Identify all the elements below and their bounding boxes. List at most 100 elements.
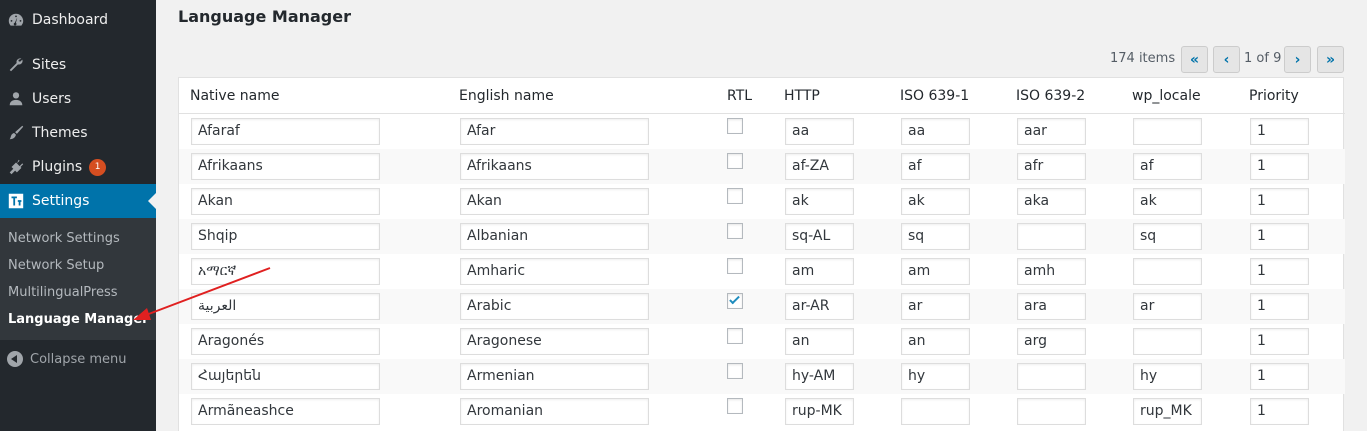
menu-settings[interactable]: Settings [0, 184, 156, 218]
table-row: Հայերեն Armenian hy-AM hy hy 1 [179, 359, 1345, 394]
http-field[interactable]: an [785, 328, 854, 355]
iso2-field[interactable]: ara [1017, 293, 1086, 320]
locale-field[interactable] [1133, 258, 1202, 285]
english-field[interactable]: Afar [460, 118, 649, 145]
submenu-language-manager[interactable]: Language Manager [8, 312, 149, 327]
submenu-network-setup[interactable]: Network Setup [8, 258, 104, 273]
next-page-button[interactable]: › [1284, 46, 1311, 73]
http-field[interactable]: af-ZA [785, 153, 854, 180]
english-field[interactable]: Albanian [460, 223, 649, 250]
iso1-field[interactable]: aa [901, 118, 970, 145]
priority-field[interactable]: 1 [1250, 293, 1309, 320]
iso2-field[interactable]: afr [1017, 153, 1086, 180]
menu-label: Themes [32, 125, 88, 141]
iso2-field[interactable] [1017, 363, 1086, 390]
priority-field[interactable]: 1 [1250, 223, 1309, 250]
http-field[interactable]: am [785, 258, 854, 285]
native-field[interactable]: Akan [191, 188, 380, 215]
iso1-field[interactable]: ar [901, 293, 970, 320]
iso2-field[interactable]: aar [1017, 118, 1086, 145]
rtl-checkbox[interactable] [727, 328, 743, 344]
http-field[interactable]: ak [785, 188, 854, 215]
iso1-field[interactable]: ak [901, 188, 970, 215]
languages-table: Native name English name RTL HTTP ISO 63… [178, 77, 1345, 431]
http-field[interactable]: rup-MK [785, 398, 854, 425]
priority-field[interactable]: 1 [1250, 328, 1309, 355]
priority-field[interactable]: 1 [1250, 118, 1309, 145]
iso1-field[interactable]: an [901, 328, 970, 355]
collapse-menu-button[interactable]: Collapse menu [0, 346, 156, 372]
native-field[interactable]: Aragonés [191, 328, 380, 355]
native-field[interactable]: Հայերեն [191, 363, 380, 390]
english-field[interactable]: Arabic [460, 293, 649, 320]
http-field[interactable]: sq-AL [785, 223, 854, 250]
checkmark-icon [729, 293, 740, 305]
iso2-field[interactable]: aka [1017, 188, 1086, 215]
english-field[interactable]: Akan [460, 188, 649, 215]
last-page-button[interactable]: » [1317, 46, 1344, 73]
native-field[interactable]: Afrikaans [191, 153, 380, 180]
rtl-checkbox[interactable] [727, 118, 743, 134]
priority-field[interactable]: 1 [1250, 363, 1309, 390]
locale-field[interactable]: af [1133, 153, 1202, 180]
rtl-checkbox[interactable] [727, 153, 743, 169]
http-field[interactable]: ar-AR [785, 293, 854, 320]
english-field[interactable]: Armenian [460, 363, 649, 390]
menu-label: Sites [32, 57, 67, 73]
native-field[interactable]: አማርኛ [191, 258, 380, 285]
priority-field[interactable]: 1 [1250, 153, 1309, 180]
menu-sites[interactable]: Sites [0, 48, 156, 82]
col-priority: Priority [1249, 88, 1299, 104]
native-field[interactable]: العربية [191, 293, 380, 320]
submenu-network-settings[interactable]: Network Settings [8, 231, 120, 246]
locale-field[interactable]: ar [1133, 293, 1202, 320]
rtl-checkbox[interactable] [727, 363, 743, 379]
locale-field[interactable] [1133, 118, 1202, 145]
iso1-field[interactable]: am [901, 258, 970, 285]
submenu-multilingualpress[interactable]: MultilingualPress [8, 285, 118, 300]
iso2-field[interactable] [1017, 398, 1086, 425]
locale-field[interactable]: rup_MK [1133, 398, 1202, 425]
native-field[interactable]: Armãneashce [191, 398, 380, 425]
locale-field[interactable] [1133, 328, 1202, 355]
previous-page-button[interactable]: ‹ [1213, 46, 1240, 73]
table-row: Afrikaans Afrikaans af-ZA af afr af 1 [179, 149, 1345, 184]
iso1-field[interactable]: sq [901, 223, 970, 250]
col-wp-locale: wp_locale [1132, 88, 1201, 104]
iso2-field[interactable]: amh [1017, 258, 1086, 285]
rtl-checkbox[interactable] [727, 293, 743, 309]
locale-field[interactable]: sq [1133, 223, 1202, 250]
iso2-field[interactable]: arg [1017, 328, 1086, 355]
locale-field[interactable]: ak [1133, 188, 1202, 215]
menu-plugins[interactable]: Plugins 1 [0, 150, 156, 184]
native-field[interactable]: Shqip [191, 223, 380, 250]
http-field[interactable]: hy-AM [785, 363, 854, 390]
table-row: Akan Akan ak ak aka ak 1 [179, 184, 1345, 219]
table-row: Shqip Albanian sq-AL sq sq 1 [179, 219, 1345, 254]
priority-field[interactable]: 1 [1250, 258, 1309, 285]
menu-users[interactable]: Users [0, 82, 156, 116]
menu-themes[interactable]: Themes [0, 116, 156, 150]
rtl-checkbox[interactable] [727, 398, 743, 414]
page-title: Language Manager [178, 7, 351, 26]
english-field[interactable]: Aragonese [460, 328, 649, 355]
english-field[interactable]: Amharic [460, 258, 649, 285]
rtl-checkbox[interactable] [727, 223, 743, 239]
rtl-checkbox[interactable] [727, 188, 743, 204]
priority-field[interactable]: 1 [1250, 188, 1309, 215]
locale-field[interactable]: hy [1133, 363, 1202, 390]
iso1-field[interactable] [901, 398, 970, 425]
english-field[interactable]: Aromanian [460, 398, 649, 425]
iso2-field[interactable] [1017, 223, 1086, 250]
iso1-field[interactable]: af [901, 153, 970, 180]
http-field[interactable]: aa [785, 118, 854, 145]
english-field[interactable]: Afrikaans [460, 153, 649, 180]
rtl-checkbox[interactable] [727, 258, 743, 274]
priority-field[interactable]: 1 [1250, 398, 1309, 425]
col-iso-639-1: ISO 639-1 [900, 88, 970, 104]
native-field[interactable]: Afaraf [191, 118, 380, 145]
first-page-button[interactable]: « [1181, 46, 1208, 73]
menu-label: Plugins [32, 159, 83, 175]
iso1-field[interactable]: hy [901, 363, 970, 390]
menu-dashboard[interactable]: Dashboard [0, 3, 156, 37]
